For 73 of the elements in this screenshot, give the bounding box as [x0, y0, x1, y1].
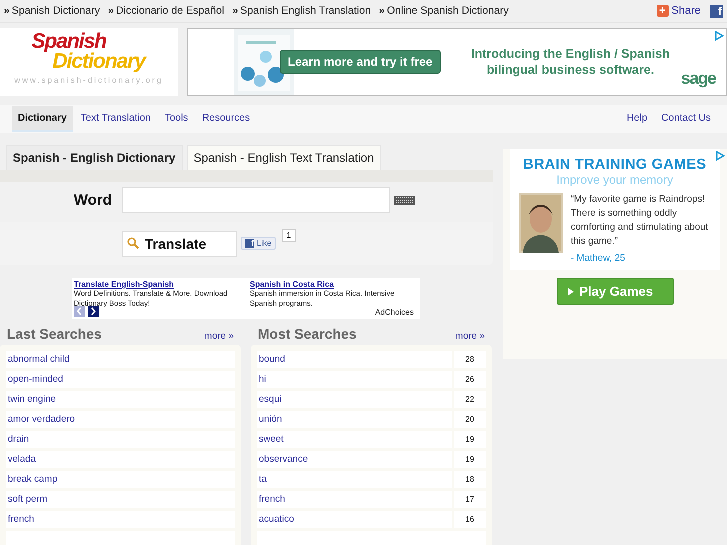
search-link[interactable]: french: [257, 491, 452, 508]
translate-button[interactable]: Translate: [122, 230, 237, 256]
adchoices-icon[interactable]: [715, 31, 724, 41]
search-link[interactable]: open-minded: [6, 371, 235, 388]
word-input[interactable]: [122, 187, 390, 213]
top-link[interactable]: » Spanish Dictionary: [4, 5, 100, 17]
search-count: 17: [454, 491, 486, 508]
ad-title: BRAIN TRAINING GAMES: [523, 157, 707, 173]
logo-url: www.spanish-dictionary.org: [14, 76, 164, 85]
facebook-icon: f: [245, 239, 254, 248]
like-button[interactable]: f Like: [241, 237, 276, 250]
logo-text: Dictionary: [52, 52, 146, 72]
ad-subtitle: Improve your memory: [556, 173, 674, 187]
search-count: 26: [454, 371, 486, 388]
ad-link[interactable]: Spanish in Costa Rica: [250, 280, 334, 289]
word-label: Word: [72, 192, 112, 208]
nav-tab[interactable]: Text Translation: [74, 106, 157, 132]
search-link[interactable]: break camp: [6, 471, 235, 488]
search-link[interactable]: sweet: [257, 431, 452, 448]
more-link[interactable]: more »: [455, 331, 485, 342]
facebook-icon[interactable]: f: [710, 4, 723, 18]
brand-logo: sage: [681, 69, 716, 89]
banner-headline: Introducing the English / Spanish bilingual business software.: [470, 46, 672, 78]
ad-link[interactable]: Translate English-Spanish: [74, 280, 174, 289]
search-count: 19: [454, 451, 486, 468]
section-title: Most Searches: [258, 326, 357, 342]
search-link[interactable]: bound: [257, 351, 452, 368]
search-count: 19: [454, 431, 486, 448]
more-link[interactable]: more »: [204, 331, 234, 342]
share-link[interactable]: Share: [672, 5, 701, 17]
search-link[interactable]: drain: [6, 431, 235, 448]
tab[interactable]: Spanish - English Text Translation: [186, 145, 382, 170]
logo-text: Spanish: [32, 32, 106, 52]
side-ad[interactable]: BRAIN TRAINING GAMES Improve your memory “My favorite game is Raindrops! There is something oddly comforting and stimulating about this game.” - Mathew, 25 Play Games: [503, 149, 727, 359]
top-link[interactable]: » Online Spanish Dictionary: [379, 5, 509, 17]
testimonial-quote: “My favorite game is Raindrops! There is something oddly comforting and stimulating about this game.”: [571, 193, 710, 249]
search-link[interactable]: amor verdadero: [6, 411, 235, 428]
nav-tab[interactable]: Dictionary: [12, 106, 73, 132]
search-link[interactable]: twin engine: [6, 391, 235, 408]
search-link[interactable]: velada: [6, 451, 235, 468]
search-link[interactable]: observance: [257, 451, 452, 468]
site-logo[interactable]: Spanish Dictionary www.spanish-dictionary.org: [0, 28, 178, 96]
nav-link[interactable]: Help: [620, 106, 654, 132]
play-icon: [568, 288, 574, 296]
banner-ad[interactable]: Learn more and try it free Introducing the English / Spanish bilingual business software. sage: [187, 28, 727, 96]
search-icon: [127, 237, 140, 250]
section-title: Last Searches: [7, 326, 102, 342]
nav-link[interactable]: Contact Us: [656, 106, 717, 132]
search-count: 22: [454, 391, 486, 408]
nav-tab[interactable]: Resources: [196, 106, 256, 132]
keyboard-icon[interactable]: [394, 196, 415, 204]
search-count: 18: [454, 471, 486, 488]
search-link[interactable]: acuatico: [257, 511, 452, 528]
search-link[interactable]: soft perm: [6, 491, 235, 508]
learn-more-button[interactable]: Learn more and try it free: [280, 50, 441, 74]
adchoices-icon[interactable]: [716, 151, 725, 161]
search-count: 16: [454, 511, 486, 528]
testimonial-author: - Mathew, 25: [571, 253, 626, 264]
search-link[interactable]: french: [6, 511, 235, 528]
search-count: 28: [454, 351, 486, 368]
next-button[interactable]: [88, 306, 99, 317]
search-link[interactable]: esqui: [257, 391, 452, 408]
top-link[interactable]: » Spanish English Translation: [232, 5, 372, 17]
like-count: 1: [282, 229, 296, 242]
top-link[interactable]: » Diccionario de Español: [108, 5, 224, 17]
search-count: 20: [454, 411, 486, 428]
tab[interactable]: Spanish - English Dictionary: [6, 145, 183, 170]
search-link[interactable]: unión: [257, 411, 452, 428]
search-link[interactable]: ta: [257, 471, 452, 488]
adchoices-link[interactable]: AdChoices: [375, 308, 414, 317]
search-link[interactable]: abnormal child: [6, 351, 235, 368]
nav-tab[interactable]: Tools: [158, 106, 194, 132]
search-link[interactable]: hi: [257, 371, 452, 388]
